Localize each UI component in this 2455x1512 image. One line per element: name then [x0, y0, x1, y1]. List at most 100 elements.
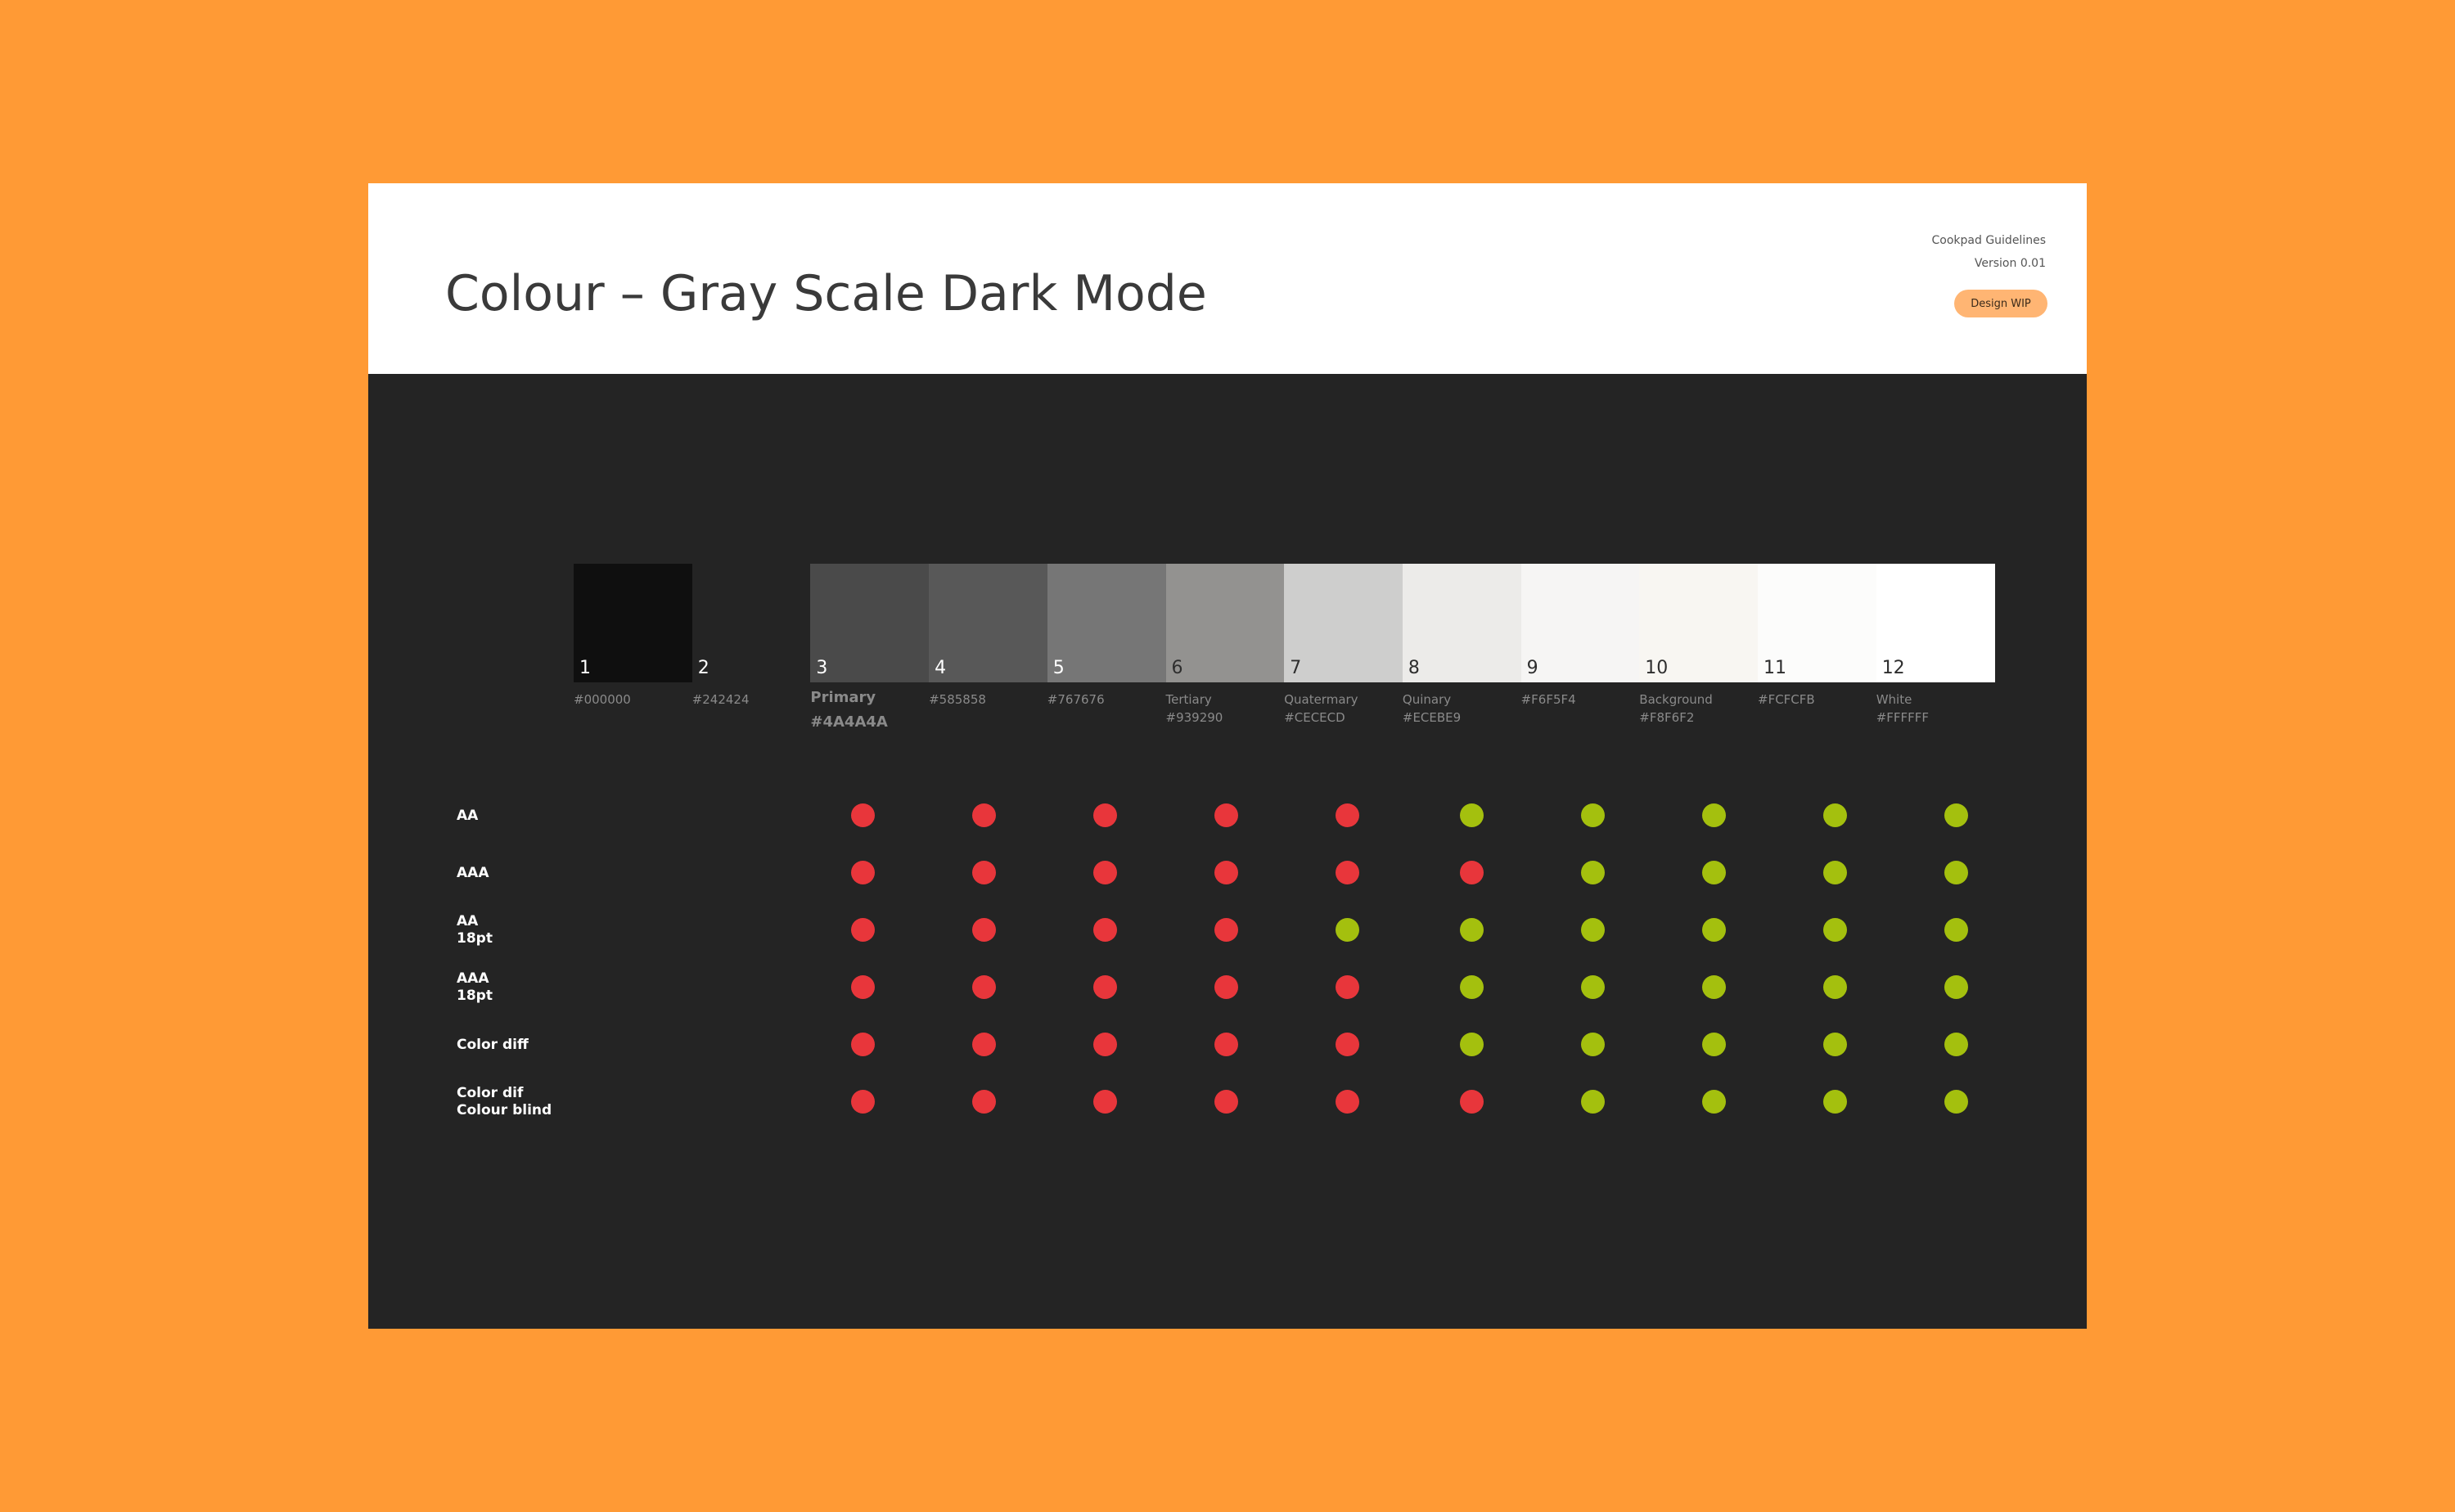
pass-indicator	[1823, 975, 1847, 999]
swatch-number: 8	[1408, 658, 1420, 678]
swatch-label: #242424	[692, 691, 750, 709]
pass-indicator	[1944, 1033, 1968, 1056]
swatch-hex: #FCFCFB	[1758, 692, 1815, 707]
pass-indicator	[1581, 975, 1605, 999]
pass-indicator	[1823, 1033, 1847, 1056]
pass-indicator	[1944, 803, 1968, 827]
swatch-number: 12	[1881, 658, 1905, 678]
page-title: Colour – Gray Scale Dark Mode	[445, 265, 1207, 322]
swatch-number: 4	[935, 658, 947, 678]
fail-indicator	[851, 975, 875, 999]
pass-indicator	[1944, 918, 1968, 942]
swatch-7	[1284, 564, 1403, 682]
fail-indicator	[1093, 803, 1117, 827]
swatch-name: Quatermary	[1284, 692, 1358, 707]
swatch-8	[1402, 564, 1522, 682]
criteria-label: AA	[457, 807, 479, 824]
pass-indicator	[1823, 1090, 1847, 1114]
pass-indicator	[1581, 803, 1605, 827]
swatch-label: Background #F8F6F2	[1639, 691, 1713, 727]
swatch-number: 11	[1764, 658, 1786, 678]
swatch-hex: #F8F6F2	[1639, 710, 1695, 725]
status-badge: Design WIP	[1954, 290, 2047, 317]
swatch-label: #FCFCFB	[1758, 691, 1815, 709]
criteria-label: Color dif Colour blind	[457, 1085, 552, 1118]
swatch-name: Primary	[810, 689, 876, 706]
fail-indicator	[1214, 1033, 1238, 1056]
swatch-label: #585858	[929, 691, 986, 709]
swatch-number: 2	[697, 658, 709, 678]
swatch-4	[929, 564, 1048, 682]
swatch-label: Quinary #ECEBE9	[1403, 691, 1461, 727]
swatch-number: 7	[1290, 658, 1302, 678]
swatch-9	[1520, 564, 1640, 682]
fail-indicator	[1214, 918, 1238, 942]
swatch-label: #000000	[574, 691, 631, 709]
fail-indicator	[1093, 918, 1117, 942]
swatch-label: Tertiary #939290	[1166, 691, 1223, 727]
swatch-hex: #ECEBE9	[1402, 710, 1462, 725]
fail-indicator	[851, 918, 875, 942]
swatch-number: 10	[1645, 658, 1669, 678]
swatch-number: 9	[1526, 658, 1538, 678]
pass-indicator	[1460, 975, 1484, 999]
swatch-5	[1047, 564, 1166, 682]
swatch-1	[574, 564, 693, 682]
fail-indicator	[851, 861, 875, 884]
fail-indicator	[851, 1033, 875, 1056]
criteria-label: Color diff	[457, 1036, 529, 1053]
fail-indicator	[972, 803, 996, 827]
pass-indicator	[1823, 918, 1847, 942]
fail-indicator	[1336, 975, 1359, 999]
brand-label: Cookpad Guidelines	[1931, 234, 2047, 247]
guideline-card: Colour – Gray Scale Dark Mode Cookpad Gu…	[368, 183, 2087, 1329]
pass-indicator	[1581, 1090, 1605, 1114]
swatch-name: Background	[1639, 692, 1713, 707]
swatch-hex: #F6F5F4	[1520, 692, 1576, 707]
swatch-2	[691, 564, 811, 682]
version-label: Version 0.01	[1974, 257, 2046, 270]
swatch-label: Primary #4A4A4A	[810, 686, 887, 735]
pass-indicator	[1702, 918, 1726, 942]
pass-indicator	[1944, 975, 1968, 999]
fail-indicator	[1460, 1090, 1484, 1114]
pass-indicator	[1581, 1033, 1605, 1056]
swatch-hex: #4A4A4A	[810, 713, 888, 731]
pass-indicator	[1702, 1090, 1726, 1114]
pass-indicator	[1460, 1033, 1484, 1056]
pass-indicator	[1581, 861, 1605, 884]
swatch-label: White #FFFFFF	[1876, 691, 1929, 727]
fail-indicator	[1093, 861, 1117, 884]
fail-indicator	[1214, 861, 1238, 884]
swatch-number: 5	[1052, 658, 1065, 678]
swatch-hex: #585858	[929, 692, 986, 707]
fail-indicator	[1336, 1033, 1359, 1056]
pass-indicator	[1702, 861, 1726, 884]
swatch-hex: #000000	[574, 692, 631, 707]
swatch-3	[810, 564, 930, 682]
pass-indicator	[1944, 861, 1968, 884]
criteria-label: AAA	[457, 864, 489, 881]
card-header: Colour – Gray Scale Dark Mode Cookpad Gu…	[368, 183, 2087, 374]
swatch-label: Quatermary #CECECD	[1284, 691, 1358, 727]
fail-indicator	[851, 803, 875, 827]
fail-indicator	[972, 975, 996, 999]
pass-indicator	[1336, 918, 1359, 942]
swatch-number: 3	[816, 658, 828, 678]
swatch-number: 6	[1171, 658, 1183, 678]
fail-indicator	[1336, 1090, 1359, 1114]
fail-indicator	[972, 918, 996, 942]
swatch-hex: #242424	[691, 692, 750, 707]
swatch-label: #767676	[1047, 691, 1105, 709]
criteria-label: AAA 18pt	[457, 970, 493, 1004]
criteria-label: AA 18pt	[457, 913, 493, 947]
fail-indicator	[851, 1090, 875, 1114]
fail-indicator	[1093, 1090, 1117, 1114]
fail-indicator	[1093, 1033, 1117, 1056]
swatch-hex: #FFFFFF	[1876, 710, 1930, 725]
swatch-label: #F6F5F4	[1521, 691, 1576, 709]
pass-indicator	[1823, 803, 1847, 827]
fail-indicator	[972, 1033, 996, 1056]
pass-indicator	[1702, 975, 1726, 999]
swatch-name: Quinary	[1402, 692, 1452, 707]
